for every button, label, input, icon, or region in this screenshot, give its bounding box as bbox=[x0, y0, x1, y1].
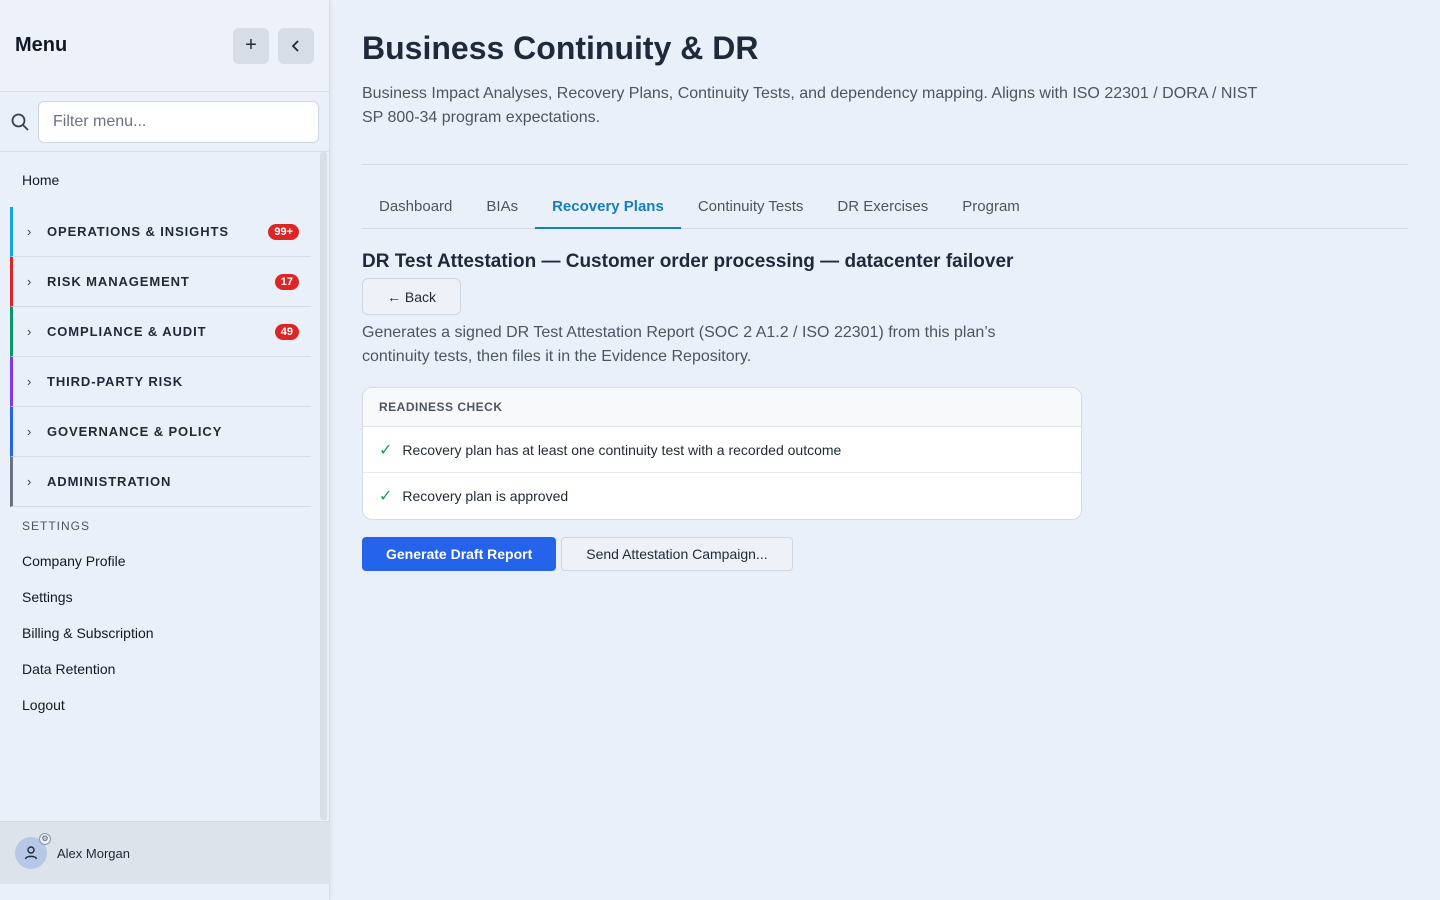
section-label: GOVERNANCE & POLICY bbox=[47, 424, 223, 439]
settings-heading: SETTINGS bbox=[22, 519, 91, 533]
sidebar: Menu + Home › OPERATIONS & INSIGHTS 99+ … bbox=[0, 0, 330, 900]
sidebar-section-administration[interactable]: › ADMINISTRATION bbox=[10, 457, 311, 507]
sidebar-item-logout[interactable]: Logout bbox=[0, 687, 311, 723]
collapse-sidebar-button[interactable] bbox=[278, 27, 314, 64]
generate-draft-report-button[interactable]: Generate Draft Report bbox=[362, 537, 557, 571]
user-icon bbox=[24, 846, 38, 860]
avatar[interactable]: ⚙ bbox=[15, 833, 51, 869]
page-description: Business Impact Analyses, Recovery Plans… bbox=[362, 85, 1257, 126]
chevron-right-icon: › bbox=[27, 374, 32, 389]
sidebar-item-data-retention[interactable]: Data Retention bbox=[0, 651, 311, 687]
tab-bar: Dashboard BIAs Recovery Plans Continuity… bbox=[362, 185, 1408, 229]
send-attestation-campaign-button[interactable]: Send Attestation Campaign... bbox=[561, 537, 793, 571]
section-label: COMPLIANCE & AUDIT bbox=[47, 324, 207, 339]
section-label: THIRD-PARTY RISK bbox=[47, 374, 183, 389]
readiness-item: ✓ Recovery plan has at least one continu… bbox=[363, 427, 1081, 473]
sidebar-item-settings[interactable]: Settings bbox=[0, 579, 311, 615]
tab-recovery-plans[interactable]: Recovery Plans bbox=[535, 185, 681, 229]
chevron-right-icon: › bbox=[27, 424, 32, 439]
generate-description: Generates a signed DR Test Attestation R… bbox=[362, 324, 996, 365]
section-label: OPERATIONS & INSIGHTS bbox=[47, 224, 229, 239]
section-label: ADMINISTRATION bbox=[47, 474, 172, 489]
checkmark-icon: ✓ bbox=[379, 441, 393, 459]
count-badge: 99+ bbox=[268, 223, 299, 240]
sidebar-item-billing[interactable]: Billing & Subscription bbox=[0, 615, 311, 651]
plus-icon: + bbox=[245, 34, 257, 56]
filter-menu-input[interactable] bbox=[38, 100, 319, 143]
sidebar-item-home[interactable]: Home bbox=[0, 152, 311, 207]
chevron-right-icon: › bbox=[27, 474, 32, 489]
filter-row bbox=[0, 92, 329, 152]
user-name: Alex Morgan bbox=[57, 845, 130, 861]
add-button[interactable]: + bbox=[233, 27, 269, 64]
count-badge: 17 bbox=[274, 273, 299, 290]
count-badge: 49 bbox=[274, 323, 299, 340]
sidebar-title: Menu bbox=[15, 34, 68, 56]
chevron-right-icon: › bbox=[27, 324, 32, 339]
tab-dashboard[interactable]: Dashboard bbox=[362, 185, 469, 228]
tab-bias[interactable]: BIAs bbox=[469, 185, 535, 228]
tab-continuity-tests[interactable]: Continuity Tests bbox=[681, 185, 821, 228]
main-content: Business Continuity & DR Business Impact… bbox=[362, 0, 1408, 571]
checkmark-icon: ✓ bbox=[379, 488, 393, 505]
readiness-check-panel: READINESS CHECK ✓ Recovery plan has at l… bbox=[362, 387, 1082, 520]
readiness-item-text: Recovery plan is approved bbox=[402, 488, 569, 504]
action-bar: Generate Draft Report Send Attestation C… bbox=[362, 537, 1408, 571]
gear-icon: ⚙ bbox=[39, 833, 51, 845]
section-label: RISK MANAGEMENT bbox=[47, 274, 190, 289]
tab-dr-exercises[interactable]: DR Exercises bbox=[820, 185, 945, 228]
sidebar-header: Menu + bbox=[0, 0, 329, 92]
sidebar-section-risk[interactable]: › RISK MANAGEMENT 17 bbox=[10, 257, 311, 307]
tab-program[interactable]: Program bbox=[945, 185, 1037, 228]
chevron-left-icon bbox=[291, 39, 299, 52]
back-button[interactable]: ← Back bbox=[362, 278, 461, 315]
readiness-item: ✓ Recovery plan is approved bbox=[363, 473, 1081, 519]
divider bbox=[362, 164, 1408, 165]
sidebar-section-compliance[interactable]: › COMPLIANCE & AUDIT 49 bbox=[10, 307, 311, 357]
sidebar-section-governance[interactable]: › GOVERNANCE & POLICY bbox=[10, 407, 311, 457]
sidebar-section-operations[interactable]: › OPERATIONS & INSIGHTS 99+ bbox=[10, 207, 311, 257]
user-footer[interactable]: ⚙ Alex Morgan bbox=[0, 821, 330, 884]
search-icon bbox=[11, 113, 29, 131]
chevron-right-icon: › bbox=[27, 274, 32, 289]
sidebar-menu: Home › OPERATIONS & INSIGHTS 99+ › RISK … bbox=[0, 152, 329, 821]
panel-header: READINESS CHECK bbox=[363, 388, 1081, 427]
chevron-right-icon: › bbox=[27, 224, 32, 239]
page-title: Business Continuity & DR bbox=[362, 30, 759, 66]
detail-title: DR Test Attestation — Customer order pro… bbox=[362, 251, 1014, 272]
sidebar-item-company-profile[interactable]: Company Profile bbox=[0, 543, 311, 579]
sidebar-scrollbar[interactable] bbox=[320, 152, 327, 820]
readiness-item-text: Recovery plan has at least one continuit… bbox=[402, 441, 842, 458]
sidebar-section-third-party[interactable]: › THIRD-PARTY RISK bbox=[10, 357, 311, 407]
